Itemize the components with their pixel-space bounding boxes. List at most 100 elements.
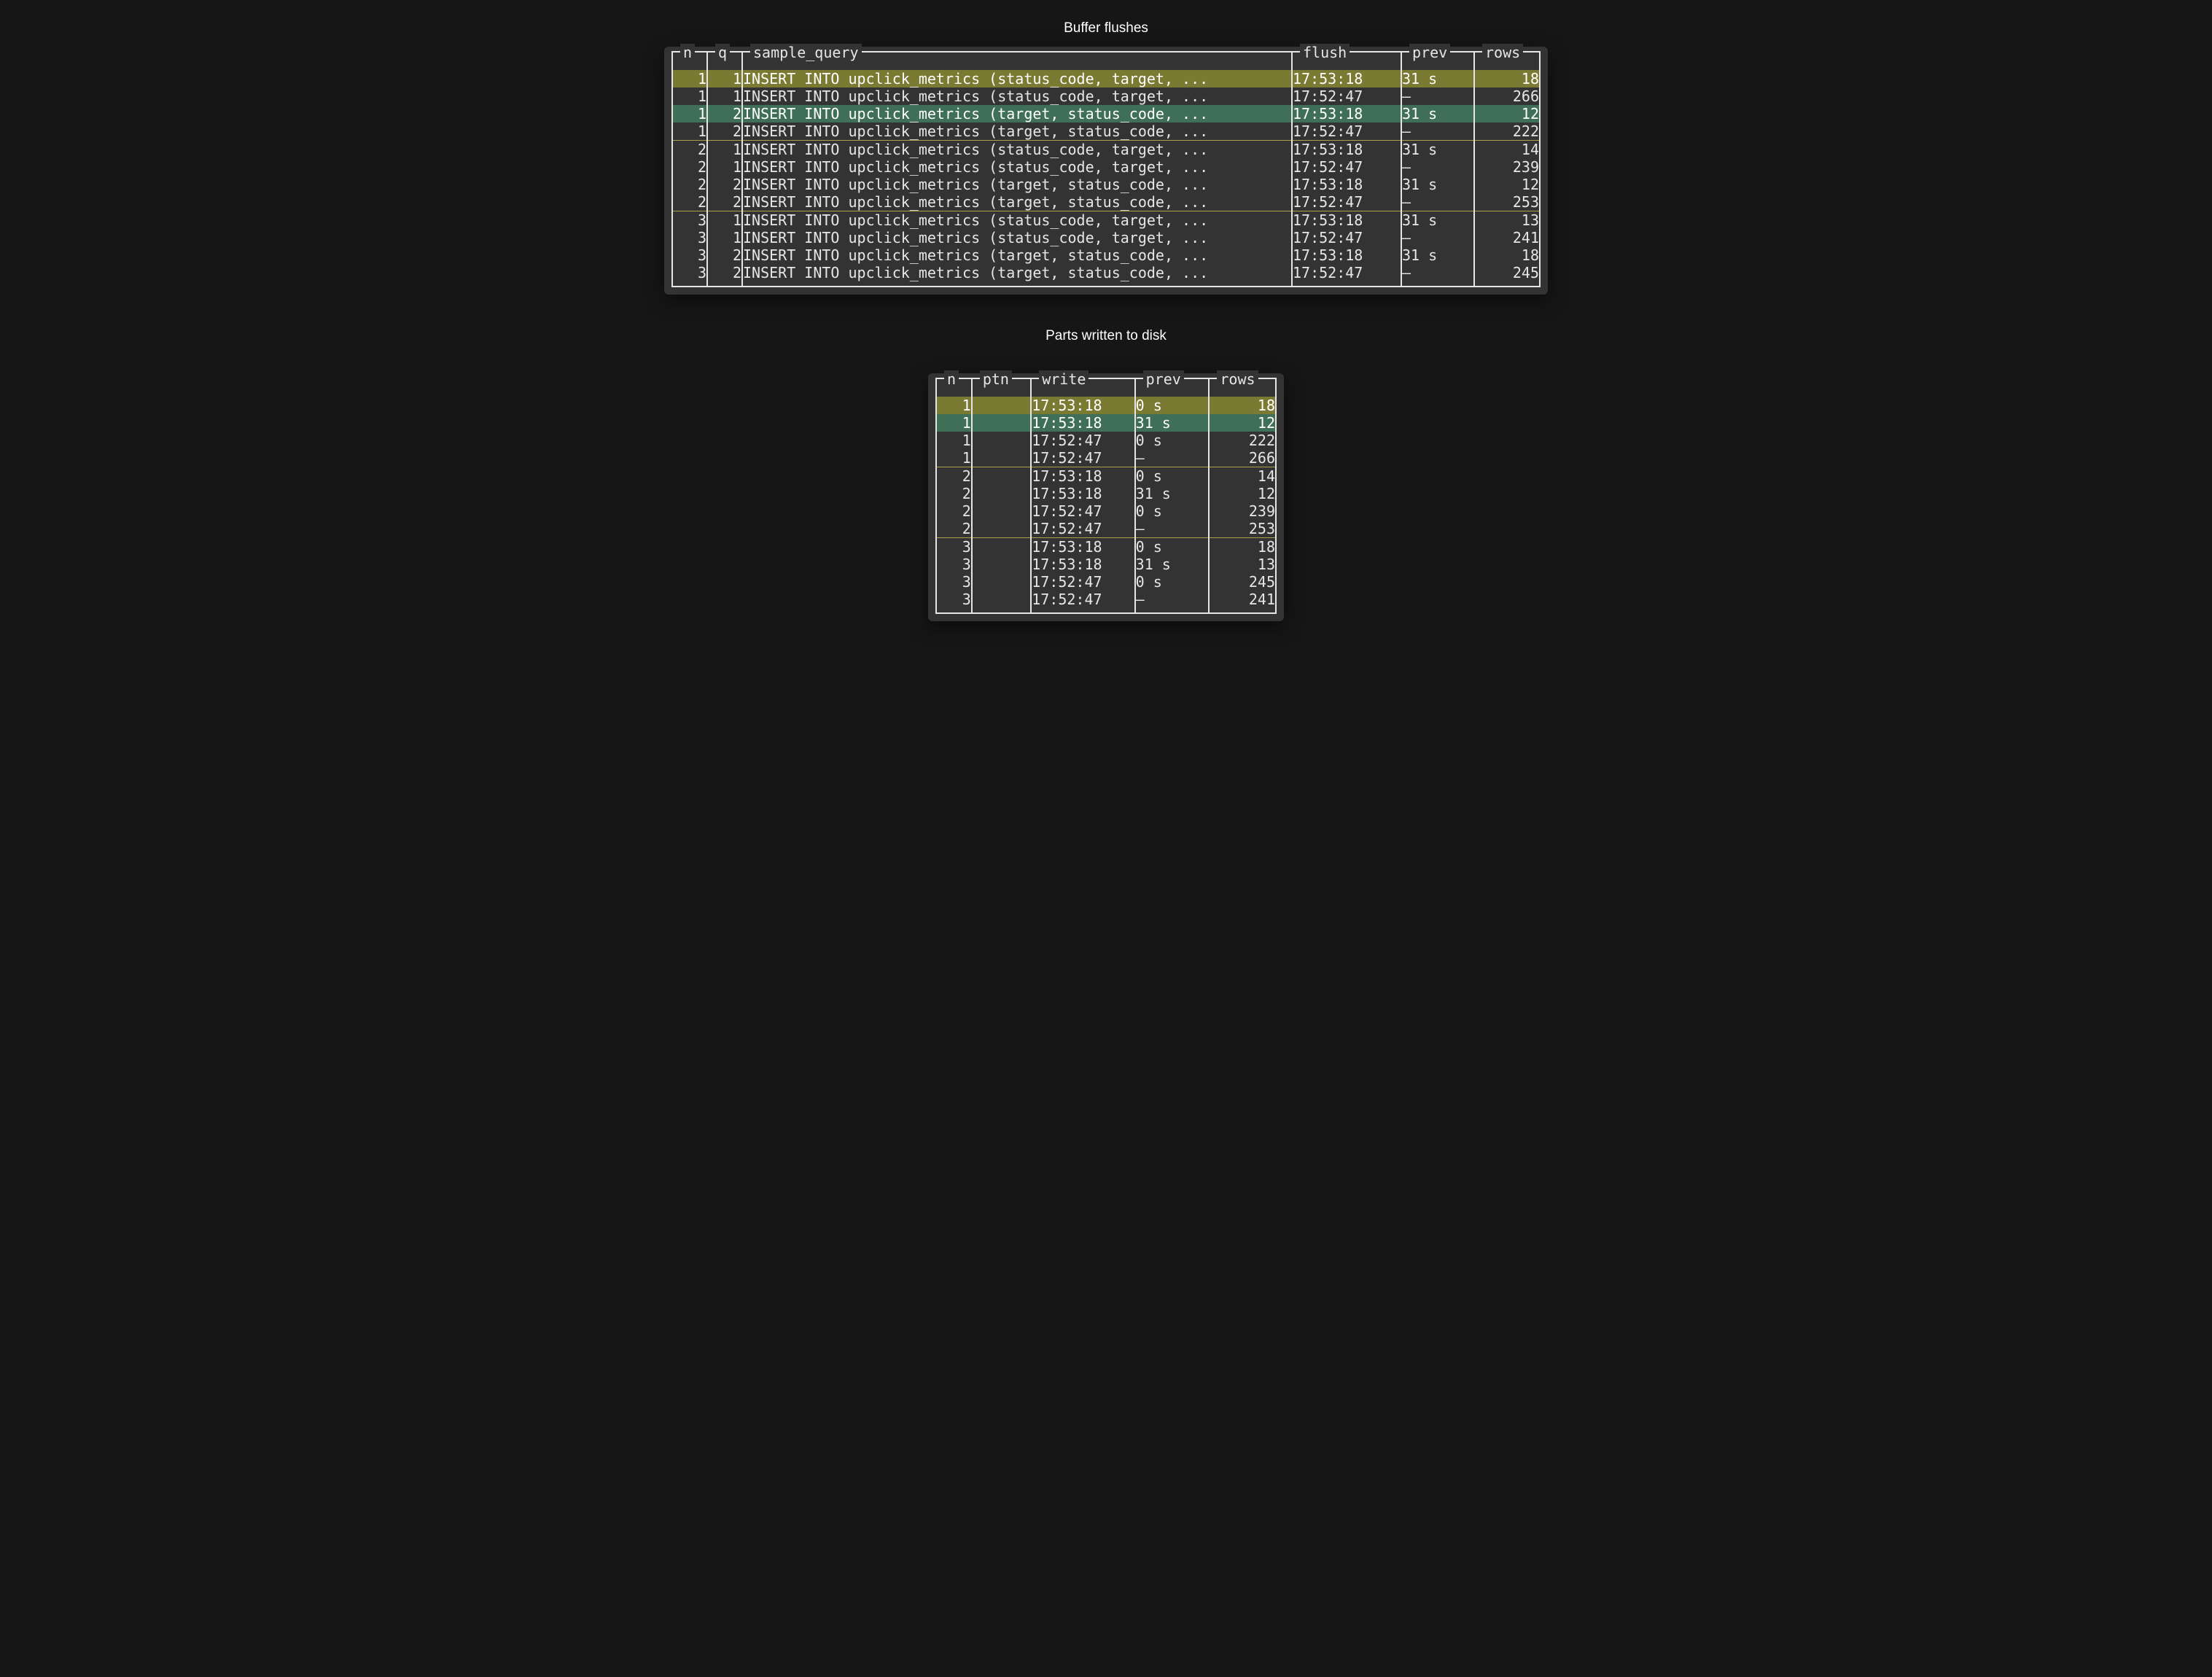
cell-rows: 245 (1209, 573, 1276, 591)
cell-sample-query: INSERT INTO upclick_metrics (target, sta… (742, 122, 1292, 141)
cell-prev: 0 s (1135, 397, 1210, 414)
cell-prev: 31 s (1401, 70, 1474, 87)
cell-prev: – (1401, 193, 1474, 211)
cell-n: 2 (936, 467, 972, 485)
cell-rows: 266 (1474, 87, 1540, 105)
cell-write: 17:53:18 (1031, 485, 1134, 502)
cell-ptn (972, 414, 1031, 432)
cell-q: 2 (707, 105, 742, 122)
cell-n: 3 (672, 246, 707, 264)
cell-q: 2 (707, 193, 742, 211)
cell-n: 2 (936, 520, 972, 538)
table-row: 317:53:180 s18 (936, 538, 1276, 556)
col-header-flush: flush (1300, 44, 1350, 61)
cell-prev: 0 s (1135, 502, 1210, 520)
cell-rows: 241 (1474, 229, 1540, 246)
table-row: 11INSERT INTO upclick_metrics (status_co… (672, 70, 1540, 87)
cell-q: 1 (707, 141, 742, 158)
col-header-sample-query: sample_query (750, 44, 862, 61)
cell-n: 1 (936, 397, 972, 414)
cell-prev: – (1135, 520, 1210, 538)
cell-ptn (972, 485, 1031, 502)
col-header-n: n (680, 44, 695, 61)
cell-write: 17:53:18 (1031, 414, 1134, 432)
cell-rows: 12 (1474, 105, 1540, 122)
cell-rows: 222 (1474, 122, 1540, 141)
col-header-prev: prev (1143, 370, 1184, 388)
cell-n: 3 (672, 211, 707, 229)
table-row: 21INSERT INTO upclick_metrics (status_co… (672, 141, 1540, 158)
section2-title: Parts written to disk (657, 328, 1555, 344)
cell-prev: 31 s (1135, 485, 1210, 502)
table-row: 22INSERT INTO upclick_metrics (target, s… (672, 193, 1540, 211)
buffer-flushes-card: n q sample_query flush prev rows 11INSER… (664, 47, 1548, 295)
cell-rows: 222 (1209, 432, 1276, 449)
cell-n: 3 (936, 556, 972, 573)
table-row: 117:53:1831 s12 (936, 414, 1276, 432)
cell-n: 2 (672, 141, 707, 158)
table-row: 317:52:470 s245 (936, 573, 1276, 591)
table-header-row: n q sample_query flush prev rows (672, 51, 1540, 70)
cell-prev: 31 s (1135, 556, 1210, 573)
cell-flush: 17:53:18 (1292, 141, 1401, 158)
cell-rows: 241 (1209, 591, 1276, 608)
cell-rows: 12 (1209, 414, 1276, 432)
cell-flush: 17:52:47 (1292, 122, 1401, 141)
cell-n: 2 (672, 193, 707, 211)
table-row: 32INSERT INTO upclick_metrics (target, s… (672, 246, 1540, 264)
table-row: 31INSERT INTO upclick_metrics (status_co… (672, 229, 1540, 246)
cell-sample-query: INSERT INTO upclick_metrics (target, sta… (742, 176, 1292, 193)
col-header-write: write (1039, 370, 1089, 388)
table-row: 11INSERT INTO upclick_metrics (status_co… (672, 87, 1540, 105)
cell-write: 17:52:47 (1031, 432, 1134, 449)
cell-rows: 18 (1474, 246, 1540, 264)
table-row: 3 17:53:1831 s13 (936, 556, 1276, 573)
table-bottom-border (936, 608, 1276, 613)
cell-flush: 17:53:18 (1292, 105, 1401, 122)
page: Buffer flushes n q sample_query flush pr… (657, 0, 1555, 650)
table-row: 117:52:470 s222 (936, 432, 1276, 449)
cell-rows: 14 (1209, 467, 1276, 485)
cell-ptn (972, 520, 1031, 538)
col-header-q: q (715, 44, 730, 61)
cell-prev: 0 s (1135, 467, 1210, 485)
cell-rows: 12 (1209, 485, 1276, 502)
cell-flush: 17:53:18 (1292, 70, 1401, 87)
table-row: 12INSERT INTO upclick_metrics (target, s… (672, 122, 1540, 141)
cell-q: 2 (707, 264, 742, 281)
cell-n: 1 (672, 87, 707, 105)
cell-flush: 17:52:47 (1292, 158, 1401, 176)
cell-n: 1 (936, 449, 972, 467)
table-row: 32INSERT INTO upclick_metrics (target, s… (672, 264, 1540, 281)
cell-write: 17:53:18 (1031, 467, 1134, 485)
col-header-rows: rows (1482, 44, 1523, 61)
cell-sample-query: INSERT INTO upclick_metrics (status_code… (742, 141, 1292, 158)
cell-n: 3 (936, 573, 972, 591)
cell-ptn (972, 467, 1031, 485)
cell-rows: 14 (1474, 141, 1540, 158)
cell-prev: 31 s (1401, 211, 1474, 229)
cell-rows: 18 (1209, 397, 1276, 414)
cell-ptn (972, 502, 1031, 520)
cell-rows: 13 (1209, 556, 1276, 573)
cell-write: 17:53:18 (1031, 397, 1134, 414)
cell-prev: – (1401, 229, 1474, 246)
cell-flush: 17:53:18 (1292, 211, 1401, 229)
cell-rows: 266 (1209, 449, 1276, 467)
cell-q: 1 (707, 229, 742, 246)
col-header-rows: rows (1217, 370, 1258, 388)
cell-rows: 245 (1474, 264, 1540, 281)
cell-prev: 31 s (1401, 246, 1474, 264)
cell-q: 1 (707, 70, 742, 87)
buffer-flushes-table: n q sample_query flush prev rows 11INSER… (671, 51, 1541, 287)
cell-prev: 31 s (1401, 105, 1474, 122)
col-header-n: n (944, 370, 959, 388)
cell-write: 17:53:18 (1031, 556, 1134, 573)
table-row: 2 17:53:1831 s12 (936, 485, 1276, 502)
cell-n: 2 (936, 485, 972, 502)
cell-q: 1 (707, 211, 742, 229)
table-row: 1 17:53:180 s18 (936, 397, 1276, 414)
cell-write: 17:52:47 (1031, 520, 1134, 538)
cell-prev: – (1401, 264, 1474, 281)
cell-prev: 0 s (1135, 432, 1210, 449)
